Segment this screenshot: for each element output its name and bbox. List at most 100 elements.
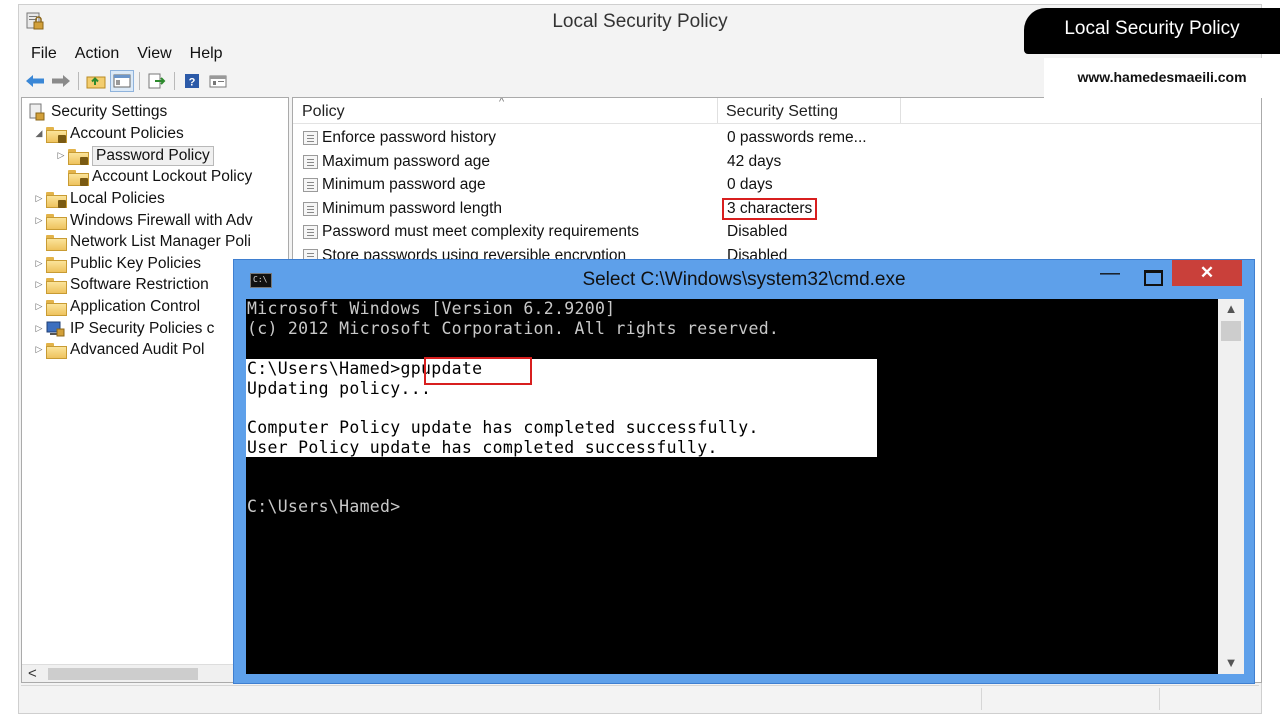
column-divider[interactable]: [900, 98, 901, 123]
policy-name: Minimum password age: [322, 176, 486, 193]
console-line: Computer Policy update has completed suc…: [247, 418, 759, 437]
tree-label: Local Policies: [70, 189, 165, 207]
policy-icon: [303, 225, 318, 239]
up-folder-icon[interactable]: [84, 70, 108, 92]
scroll-thumb[interactable]: [48, 668, 198, 680]
folder-icon: [46, 342, 67, 359]
console-line: User Policy update has completed success…: [247, 438, 718, 457]
collapsed-icon[interactable]: ▷: [32, 301, 46, 312]
tree-item-local-policies[interactable]: ▷ Local Policies: [32, 188, 165, 209]
tree-label: Public Key Policies: [70, 254, 201, 272]
tree-item-password-policy[interactable]: ▷ Password Policy: [54, 145, 214, 166]
gpupdate-highlight-box: [424, 357, 532, 385]
scroll-down-arrow-icon[interactable]: ▼: [1218, 655, 1244, 670]
tree-item-public-key-policies[interactable]: ▷ Public Key Policies: [32, 253, 201, 274]
column-header-policy[interactable]: Policy: [302, 103, 345, 121]
toolbar-separator: [78, 72, 79, 90]
toolbar-separator: [174, 72, 175, 90]
help-icon[interactable]: ?: [180, 70, 204, 92]
policy-icon: [303, 155, 318, 169]
policy-row[interactable]: Password must meet complexity requiremen…: [293, 221, 1261, 244]
policy-row-minimum-password-length[interactable]: Minimum password length 3 characters: [293, 198, 1261, 221]
svg-text:?: ?: [189, 77, 196, 89]
console-line: Updating policy...: [247, 379, 432, 398]
sort-ascending-icon: ^: [499, 97, 505, 108]
list-header: Policy ^ Security Setting: [293, 98, 1261, 124]
policy-icon: [303, 178, 318, 192]
brand-url-box: www.hamedesmaeili.com: [1044, 58, 1280, 98]
tree-label: Account Policies: [70, 124, 184, 142]
console-output[interactable]: Microsoft Windows [Version 6.2.9200] (c)…: [246, 299, 1218, 674]
tree-item-windows-firewall[interactable]: ▷ Windows Firewall with Adv: [32, 210, 253, 231]
folder-icon: [46, 299, 67, 316]
tree-label: Network List Manager Poli: [70, 232, 251, 250]
tree-label: Account Lockout Policy: [92, 167, 253, 185]
policy-name: Enforce password history: [322, 129, 497, 146]
policy-setting: 0 passwords reme...: [727, 129, 867, 146]
policy-row[interactable]: Minimum password age 0 days: [293, 174, 1261, 197]
menu-action[interactable]: Action: [63, 41, 125, 65]
scroll-left-arrow-icon[interactable]: <: [28, 665, 37, 682]
tree-label: Application Control: [70, 297, 201, 315]
menu-help[interactable]: Help: [178, 41, 229, 65]
close-button[interactable]: ✕: [1172, 260, 1242, 286]
tree-item-network-list-manager[interactable]: Network List Manager Poli: [32, 231, 251, 252]
policy-name: Password must meet complexity requiremen…: [322, 223, 640, 240]
maximize-button[interactable]: [1136, 264, 1166, 288]
folder-icon: [46, 277, 67, 294]
scroll-up-arrow-icon[interactable]: ▲: [1218, 301, 1244, 316]
locked-folder-icon: [46, 191, 67, 208]
menu-view[interactable]: View: [125, 41, 177, 65]
brand-banner: Local Security Policy: [1024, 8, 1280, 54]
tree-item-advanced-audit[interactable]: ▷ Advanced Audit Pol: [32, 339, 204, 360]
status-bar: [21, 685, 1259, 711]
status-divider: [1159, 688, 1160, 710]
tree-item-application-control[interactable]: ▷ Application Control: [32, 296, 200, 317]
tree-item-software-restriction[interactable]: ▷ Software Restriction: [32, 274, 209, 295]
ip-security-icon: [46, 321, 65, 337]
console-line: Microsoft Windows [Version 6.2.9200]: [247, 299, 616, 318]
show-hide-tree-icon[interactable]: [110, 70, 134, 92]
console-prompt: C:\Users\Hamed>: [247, 497, 401, 516]
properties-icon[interactable]: [206, 70, 230, 92]
collapsed-icon[interactable]: ▷: [32, 193, 46, 204]
menu-file[interactable]: File: [19, 41, 63, 65]
locked-folder-icon: [68, 148, 89, 165]
policy-setting-highlighted: 3 characters: [722, 198, 818, 220]
policy-row[interactable]: Maximum password age 42 days: [293, 151, 1261, 174]
column-header-security-setting[interactable]: Security Setting: [726, 103, 838, 121]
tree-label: Security Settings: [51, 102, 168, 120]
collapsed-icon[interactable]: ▷: [32, 323, 46, 334]
policy-setting: Disabled: [727, 223, 788, 240]
expanded-icon[interactable]: ◢: [32, 128, 46, 139]
security-settings-icon: [29, 103, 45, 120]
collapsed-icon[interactable]: ▷: [32, 258, 46, 269]
export-list-icon[interactable]: [145, 70, 169, 92]
tree-label: Windows Firewall with Adv: [70, 211, 253, 229]
tree-label: Advanced Audit Pol: [70, 340, 205, 358]
menu-bar: File Action View Help: [19, 41, 229, 65]
collapsed-icon[interactable]: ▷: [32, 215, 46, 226]
toolbar-separator: [139, 72, 140, 90]
policy-setting: 42 days: [727, 153, 782, 170]
toolbar: ?: [23, 68, 230, 94]
collapsed-icon[interactable]: ▷: [32, 344, 46, 355]
minimize-button[interactable]: —: [1096, 263, 1124, 288]
forward-arrow-icon[interactable]: [49, 70, 73, 92]
collapsed-icon[interactable]: ▷: [32, 279, 46, 290]
policy-row[interactable]: Enforce password history 0 passwords rem…: [293, 127, 1261, 150]
policy-icon: [303, 202, 318, 216]
tree-item-ip-security-policies[interactable]: ▷ IP Security Policies c: [32, 318, 214, 339]
tree-item-account-lockout-policy[interactable]: Account Lockout Policy: [54, 166, 252, 187]
tree-root-security-settings[interactable]: Security Settings: [28, 101, 167, 122]
back-arrow-icon[interactable]: [23, 70, 47, 92]
tree-label: IP Security Policies c: [70, 319, 215, 337]
collapsed-icon[interactable]: ▷: [54, 150, 68, 161]
folder-icon: [46, 234, 67, 251]
scroll-thumb[interactable]: [1221, 321, 1241, 341]
locked-folder-icon: [68, 169, 89, 186]
tree-item-account-policies[interactable]: ◢ Account Policies: [32, 123, 184, 144]
cmd-vertical-scrollbar[interactable]: ▲ ▼: [1218, 299, 1244, 674]
policy-name: Minimum password length: [322, 200, 503, 217]
column-divider[interactable]: [717, 98, 718, 123]
